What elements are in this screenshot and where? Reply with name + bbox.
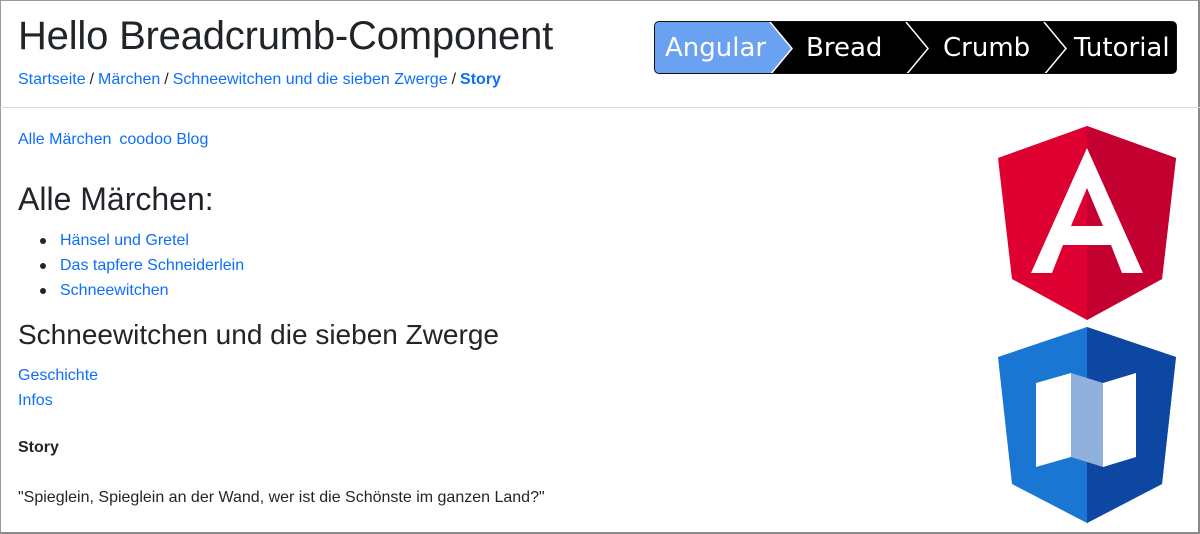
list-item: Das tapfere Schneiderlein [40, 253, 244, 278]
crumb-angular: Angular [665, 33, 767, 63]
list-item: Hänsel und Gretel [40, 228, 244, 253]
breadcrumb-separator: / [164, 71, 169, 88]
story-label: Story [18, 439, 59, 456]
angular-logo-icon [998, 126, 1176, 320]
page-title: Hello Breadcrumb-Component [18, 14, 554, 58]
crumb-crumb: Crumb [943, 33, 1031, 63]
tale-link-schneewitchen[interactable]: Schneewitchen [60, 282, 169, 299]
list-item: Schneewitchen [40, 278, 244, 303]
crumb-arrow-3 [1043, 22, 1067, 73]
tale-heading: Schneewitchen und die sieben Zwerge [18, 319, 499, 350]
tale-link-geschichte[interactable]: Geschichte [18, 367, 98, 384]
crumb-bread: Bread [806, 33, 883, 63]
crumb-arrow-2 [905, 22, 929, 73]
all-tales-heading: Alle Märchen: [18, 181, 214, 217]
nav-link-all-tales[interactable]: Alle Märchen [18, 131, 111, 148]
top-nav: Alle Märchen coodoo Blog [18, 130, 208, 150]
tale-sub-nav: Geschichte Infos [18, 363, 98, 413]
breadcrumb-item-startseite[interactable]: Startseite [18, 71, 86, 88]
bullet [40, 288, 46, 294]
tale-list: Hänsel und Gretel Das tapfere Schneiderl… [40, 228, 244, 303]
breadcrumb-separator: / [451, 71, 457, 88]
bullet [40, 263, 46, 269]
nav-link-coodoo-blog[interactable]: coodoo Blog [119, 131, 208, 148]
map-logo-icon [998, 327, 1176, 523]
breadcrumb: Startseite / Märchen / Schneewitchen und die… [18, 70, 501, 90]
story-text: "Spieglein, Spieglein an der Wand, wer i… [18, 489, 545, 506]
breadcrumb-item-story[interactable]: Story [460, 71, 501, 88]
breadcrumb-item-schneewitchen[interactable]: Schneewitchen und die sieben Zwerge [173, 71, 448, 88]
tale-link-tapfere-schneiderlein[interactable]: Das tapfere Schneiderlein [60, 257, 244, 274]
bullet [40, 238, 46, 244]
crumb-banner: Angular Bread Crumb Tutorial [654, 21, 1177, 74]
tale-link-infos[interactable]: Infos [18, 392, 53, 409]
breadcrumb-item-maerchen[interactable]: Märchen [98, 71, 160, 88]
tale-link-haensel-und-gretel[interactable]: Hänsel und Gretel [60, 232, 189, 249]
header-divider [0, 107, 1200, 108]
breadcrumb-separator: / [89, 71, 95, 88]
crumb-tutorial: Tutorial [1074, 33, 1170, 63]
